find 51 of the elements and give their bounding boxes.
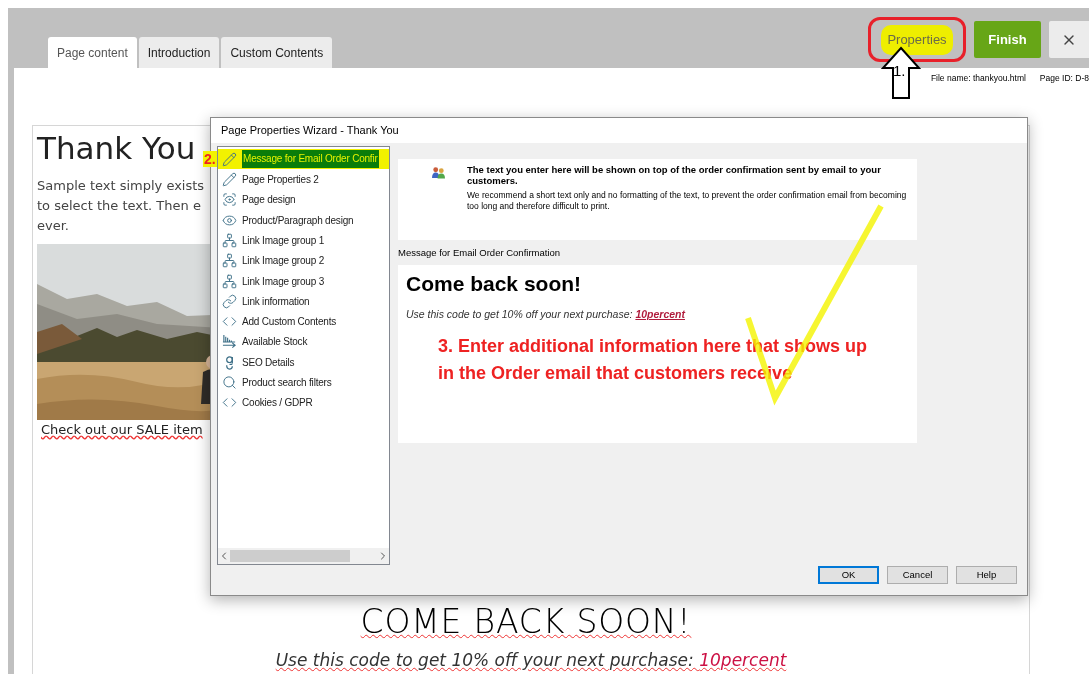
info-text: We recommend a short text only and no formatting of the text, to prevent the order confirmation email from becoming too long and therefore difficult to print. (467, 190, 908, 213)
message-heading: Come back soon! (406, 271, 583, 298)
page-heading: Thank You (37, 129, 196, 168)
tab[interactable]: Introduction (138, 37, 220, 68)
nav-item[interactable]: Link information (218, 291, 389, 312)
nav-item[interactable]: Page design (218, 189, 389, 210)
link-icon (222, 293, 237, 309)
nav-item[interactable]: Link Image group 2 (218, 250, 389, 271)
field-label: Message for Email Order Confirmation (398, 246, 562, 261)
sitemap-icon (222, 232, 237, 248)
file-name-label: File name: thankyou.html (930, 72, 1026, 82)
sitemap-icon (222, 253, 237, 269)
promo-text: Use this code to get 10% off your next purchase: 10percent (275, 648, 787, 672)
eye-icon (222, 192, 237, 208)
nav-item[interactable]: Message for Email Order Confir (218, 149, 389, 170)
tab[interactable]: Custom Contents (221, 37, 333, 68)
dialog-button[interactable]: Help (956, 566, 1017, 585)
nav-item[interactable]: Link Image group 3 (218, 270, 389, 292)
search-icon (222, 375, 237, 390)
body-text: ever. (37, 217, 70, 235)
nav-item[interactable]: Product search filters (218, 372, 389, 393)
closing-heading: COME BACK SOON! (360, 603, 692, 640)
nav-item[interactable]: Link Image group 1 (218, 230, 389, 251)
sale-link[interactable]: Check out our SALE item (37, 420, 213, 440)
nav-item[interactable]: Page Properties 2 (218, 169, 389, 190)
tab[interactable]: Page content (48, 37, 137, 68)
nav-item[interactable]: Product/Paragraph design (218, 209, 389, 231)
page-id-label: Page ID: D-8 (1039, 72, 1089, 82)
nav-item[interactable]: Available Stock (218, 331, 389, 353)
close-button[interactable] (1049, 21, 1089, 58)
message-text: Use this code to get 10% off your next purchase: 10percent (406, 307, 687, 323)
pencil-icon (222, 172, 237, 187)
info-title: The text you enter here will be shown on top of the order confirmation sent by email to your customers. (467, 164, 882, 187)
body-text: to select the text. Then e (37, 197, 202, 215)
horizontal-scrollbar[interactable] (218, 548, 389, 565)
nav-item[interactable]: SEO Details (218, 352, 389, 373)
nav-item[interactable]: Add Custom Contents (218, 311, 389, 332)
nav-item[interactable]: Cookies / GDPR (218, 392, 389, 413)
sitemap-icon (222, 273, 237, 289)
step-number: 1. (893, 63, 906, 79)
step-number: 2. (203, 151, 217, 167)
up-arrow-icon (881, 46, 921, 100)
users-icon (431, 166, 446, 180)
pencil-icon (222, 151, 237, 167)
properties-button[interactable]: Properties (881, 24, 953, 55)
dialog-button[interactable]: OK (818, 566, 879, 585)
body-text: Sample text simply exists (37, 177, 206, 195)
bar-chart-icon (222, 334, 237, 350)
eye-icon (222, 212, 237, 228)
dialog-title: Page Properties Wizard - Thank You (211, 118, 1027, 144)
dialog-button[interactable]: Cancel (887, 566, 948, 585)
